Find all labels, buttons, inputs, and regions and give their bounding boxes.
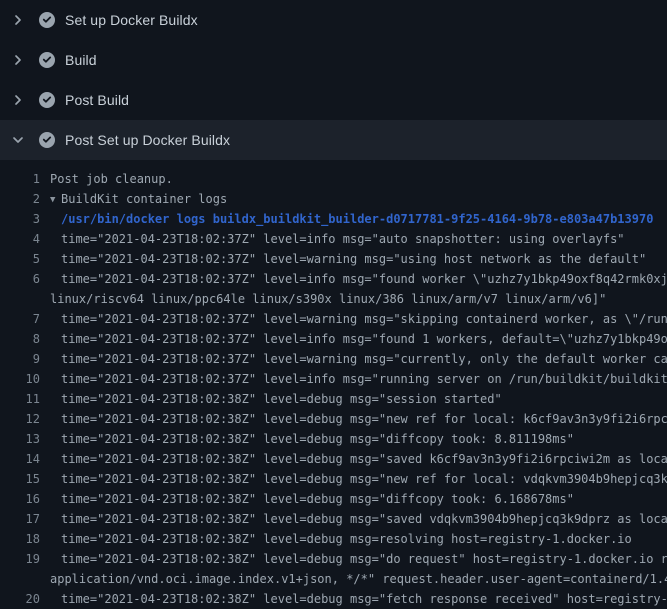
line-number[interactable]: 2	[0, 189, 40, 209]
log-row: 10 time="2021-04-23T18:02:37Z" level=info…	[0, 369, 667, 389]
line-number[interactable]: 13	[0, 429, 40, 449]
log-row: 1 Post job cleanup.	[0, 169, 667, 189]
log-text: time="2021-04-23T18:02:38Z" level=debug …	[61, 469, 667, 489]
line-number	[0, 569, 40, 589]
step-label: Post Build	[65, 92, 129, 108]
log-row: linux/riscv64 linux/ppc64le linux/s390x …	[0, 289, 667, 309]
line-number[interactable]: 8	[0, 329, 40, 349]
log-group-row: ▼BuildKit container logs	[50, 189, 227, 209]
log-row: 12 time="2021-04-23T18:02:38Z" level=debu…	[0, 409, 667, 429]
log-text: time="2021-04-23T18:02:38Z" level=debug …	[61, 549, 667, 569]
line-number[interactable]: 1	[0, 169, 40, 189]
log-text: time="2021-04-23T18:02:38Z" level=debug …	[61, 449, 667, 469]
log-text: time="2021-04-23T18:02:38Z" level=debug …	[61, 509, 667, 529]
steps-panel: Set up Docker Buildx Build Post Build Po…	[0, 0, 667, 160]
log-text: time="2021-04-23T18:02:38Z" level=debug …	[61, 409, 667, 429]
log-row: 16 time="2021-04-23T18:02:38Z" level=debu…	[0, 489, 667, 509]
collapse-triangle-icon[interactable]: ▼	[50, 190, 61, 209]
log-text: time="2021-04-23T18:02:37Z" level=info m…	[61, 329, 667, 349]
log-row: 20 time="2021-04-23T18:02:38Z" level=debu…	[0, 589, 667, 609]
log-row: 7 time="2021-04-23T18:02:37Z" level=warni…	[0, 309, 667, 329]
log-row: 2 ▼BuildKit container logs	[0, 189, 667, 209]
step-label: Set up Docker Buildx	[65, 12, 198, 28]
line-number[interactable]: 19	[0, 549, 40, 569]
log-text: linux/riscv64 linux/ppc64le linux/s390x …	[50, 289, 606, 309]
log-text: time="2021-04-23T18:02:38Z" level=debug …	[61, 389, 502, 409]
log-panel: 1 Post job cleanup. 2 ▼BuildKit container l…	[0, 160, 667, 609]
step-row-build[interactable]: Build	[0, 40, 667, 80]
log-text: time="2021-04-23T18:02:37Z" level=warnin…	[61, 249, 646, 269]
log-row: 3/usr/bin/docker logs buildx_buildkit_bu…	[0, 209, 667, 229]
line-number[interactable]: 6	[0, 269, 40, 289]
line-number[interactable]: 14	[0, 449, 40, 469]
log-text: Post job cleanup.	[50, 169, 173, 189]
log-text: time="2021-04-23T18:02:37Z" level=info m…	[61, 369, 667, 389]
log-row: 17 time="2021-04-23T18:02:38Z" level=debu…	[0, 509, 667, 529]
log-text: time="2021-04-23T18:02:38Z" level=debug …	[61, 489, 574, 509]
log-text: time="2021-04-23T18:02:38Z" level=debug …	[61, 529, 632, 549]
check-circle-icon	[39, 52, 55, 68]
log-text: time="2021-04-23T18:02:37Z" level=warnin…	[61, 349, 667, 369]
line-number[interactable]: 5	[0, 249, 40, 269]
line-number[interactable]: 11	[0, 389, 40, 409]
log-text: time="2021-04-23T18:02:38Z" level=debug …	[61, 429, 574, 449]
log-row: 11 time="2021-04-23T18:02:38Z" level=debu…	[0, 389, 667, 409]
log-text: time="2021-04-23T18:02:37Z" level=info m…	[61, 269, 667, 289]
log-row: 9 time="2021-04-23T18:02:37Z" level=warni…	[0, 349, 667, 369]
command-text: /usr/bin/docker logs buildx_buildkit_bui…	[61, 209, 653, 229]
step-label: Build	[65, 52, 97, 68]
chevron-right-icon	[10, 12, 26, 28]
log-row: 13 time="2021-04-23T18:02:38Z" level=debu…	[0, 429, 667, 449]
line-number[interactable]: 17	[0, 509, 40, 529]
log-row: application/vnd.oci.image.index.v1+json,…	[0, 569, 667, 589]
log-row: 4 time="2021-04-23T18:02:37Z" level=info …	[0, 229, 667, 249]
line-number[interactable]: 16	[0, 489, 40, 509]
log-rows: 1 Post job cleanup. 2 ▼BuildKit container l…	[0, 169, 667, 609]
line-number[interactable]: 20	[0, 589, 40, 609]
log-text: time="2021-04-23T18:02:37Z" level=warnin…	[61, 309, 667, 329]
line-number[interactable]: 4	[0, 229, 40, 249]
check-circle-icon	[39, 92, 55, 108]
log-row: 14 time="2021-04-23T18:02:38Z" level=debu…	[0, 449, 667, 469]
log-group-title: BuildKit container logs	[61, 192, 227, 206]
line-number[interactable]: 3	[0, 209, 40, 229]
line-number[interactable]: 18	[0, 529, 40, 549]
log-row: 15 time="2021-04-23T18:02:38Z" level=debu…	[0, 469, 667, 489]
log-row: 5 time="2021-04-23T18:02:37Z" level=warni…	[0, 249, 667, 269]
line-number[interactable]: 12	[0, 409, 40, 429]
log-row: 6 time="2021-04-23T18:02:37Z" level=info …	[0, 269, 667, 289]
line-number	[0, 289, 40, 309]
log-text: time="2021-04-23T18:02:38Z" level=debug …	[61, 589, 667, 609]
log-row: 8 time="2021-04-23T18:02:37Z" level=info …	[0, 329, 667, 349]
log-row: 18 time="2021-04-23T18:02:38Z" level=debu…	[0, 529, 667, 549]
check-circle-icon	[39, 132, 55, 148]
log-text: time="2021-04-23T18:02:37Z" level=info m…	[61, 229, 625, 249]
line-number[interactable]: 7	[0, 309, 40, 329]
log-text: application/vnd.oci.image.index.v1+json,…	[50, 569, 667, 589]
line-number[interactable]: 10	[0, 369, 40, 389]
chevron-right-icon	[10, 52, 26, 68]
chevron-down-icon	[10, 132, 26, 148]
step-row-set-up-docker-buildx[interactable]: Set up Docker Buildx	[0, 0, 667, 40]
check-circle-icon	[39, 12, 55, 28]
step-row-post-set-up-docker-buildx[interactable]: Post Set up Docker Buildx	[0, 120, 667, 160]
step-label: Post Set up Docker Buildx	[65, 132, 230, 148]
step-row-post-build[interactable]: Post Build	[0, 80, 667, 120]
chevron-right-icon	[10, 92, 26, 108]
log-row: 19 time="2021-04-23T18:02:38Z" level=debu…	[0, 549, 667, 569]
line-number[interactable]: 9	[0, 349, 40, 369]
line-number[interactable]: 15	[0, 469, 40, 489]
